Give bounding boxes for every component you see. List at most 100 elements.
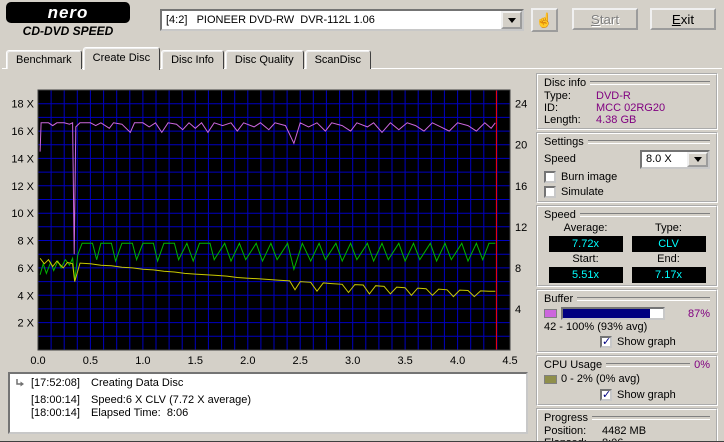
average-label: Average:: [563, 222, 608, 234]
product-name: CD-DVD SPEED: [22, 24, 114, 38]
drive-select[interactable]: [4:2] PIONEER DVD-RW DVR-112L 1.06: [160, 9, 524, 31]
group-title: Disc info: [544, 76, 587, 89]
divider: [606, 363, 691, 367]
tab-disc-info[interactable]: Disc Info: [161, 50, 224, 69]
svg-text:8 X: 8 X: [17, 236, 34, 248]
nero-logo: nero CD-DVD SPEED: [6, 2, 130, 38]
log-message: Speed:6 X CLV (7.72 X average): [91, 394, 252, 406]
position-label: Position:: [544, 425, 587, 437]
drive-select-arrow[interactable]: [501, 11, 522, 29]
log-line: [18:00:14] Speed:6 X CLV (7.72 X average…: [14, 394, 522, 407]
buffer-show-graph-checkbox[interactable]: [600, 335, 612, 348]
speed-type-display: CLV: [631, 236, 706, 252]
tab-disc-quality[interactable]: Disc Quality: [224, 50, 304, 69]
options-hand-button[interactable]: ☝: [531, 8, 558, 32]
type-label: Type:: [655, 222, 682, 234]
log-line: [17:52:08] Creating Data Disc: [14, 377, 522, 394]
disc-id-label: ID:: [544, 102, 559, 114]
svg-text:3.0: 3.0: [345, 355, 360, 367]
svg-text:0.0: 0.0: [30, 355, 45, 367]
nero-cd-dvd-speed-window: nero CD-DVD SPEED [4:2] PIONEER DVD-RW D…: [0, 0, 724, 442]
start-speed-display: 5.51x: [548, 267, 623, 283]
settings-group: Settings Speed 8.0 X Burn image Simulate: [536, 132, 718, 203]
speed-select-value[interactable]: 8.0 X: [642, 152, 687, 167]
log-timestamp: [17:52:08]: [31, 377, 80, 389]
tab-create-disc[interactable]: Create Disc: [82, 47, 161, 70]
current-action-icon: [14, 377, 31, 394]
brand-text: nero: [47, 2, 89, 22]
svg-text:4: 4: [515, 304, 521, 316]
elapsed-label: Elapsed:: [544, 437, 602, 441]
simulate-checkbox[interactable]: [544, 185, 556, 198]
end-label: End:: [657, 253, 680, 265]
svg-text:4 X: 4 X: [17, 290, 34, 302]
drive-select-value[interactable]: [4:2] PIONEER DVD-RW DVR-112L 1.06: [162, 11, 501, 29]
group-title: Settings: [544, 135, 584, 148]
buffer-show-graph-label: Show graph: [617, 335, 676, 348]
simulate-label: Simulate: [561, 185, 604, 198]
cpu-show-graph-checkbox[interactable]: [600, 388, 612, 401]
start-button[interactable]: Start: [572, 8, 638, 30]
log-timestamp: [18:00:14]: [31, 407, 80, 419]
cpu-show-graph-label: Show graph: [617, 388, 676, 401]
speed-chart-area: 2 X 4 X 6 X 8 X 10 X 12 X 14 X 16 X 18 X 4 8 12 16 20…: [8, 70, 530, 368]
speed-chart: 2 X 4 X 6 X 8 X 10 X 12 X 14 X 16 X 18 X 4 8 12 16 20…: [11, 89, 527, 367]
svg-text:2 X: 2 X: [17, 318, 34, 330]
disc-length-label: Length:: [544, 114, 581, 126]
chevron-down-icon: [693, 156, 702, 162]
group-title: Speed: [544, 208, 576, 221]
elapsed-value: 8:06: [602, 437, 710, 441]
svg-text:1.5: 1.5: [188, 355, 203, 367]
svg-text:16: 16: [515, 181, 527, 193]
svg-text:12 X: 12 X: [11, 181, 34, 193]
chevron-down-icon: [507, 17, 516, 23]
svg-text:0.5: 0.5: [83, 355, 98, 367]
position-value: 4482 MB: [602, 425, 647, 437]
log-icon-spacer: [14, 394, 31, 395]
burn-image-checkbox[interactable]: [544, 170, 556, 183]
disc-type-label: Type:: [544, 90, 571, 102]
svg-text:6 X: 6 X: [17, 263, 34, 275]
speed-select[interactable]: 8.0 X: [640, 149, 710, 169]
svg-text:18 X: 18 X: [11, 99, 34, 111]
divider: [590, 81, 710, 85]
tab-benchmark[interactable]: Benchmark: [6, 50, 82, 69]
log-message: Creating Data Disc: [91, 377, 184, 389]
nero-brand-badge: nero: [6, 2, 130, 23]
end-speed-display: 7.17x: [631, 267, 706, 283]
svg-text:4.5: 4.5: [502, 355, 517, 367]
cpu-percent: 0%: [694, 358, 710, 371]
buffer-percent: 87%: [687, 307, 710, 320]
disc-id-value: MCC 02RG20: [596, 102, 666, 114]
speed-select-arrow[interactable]: [687, 151, 708, 167]
burn-image-label: Burn image: [561, 170, 618, 183]
progress-group: Progress Position: 4482 MB Elapsed:8:06: [536, 408, 718, 441]
speed-select-label: Speed: [544, 153, 576, 165]
log-message: Elapsed Time: 8:06: [91, 407, 189, 419]
buffer-bar: [561, 307, 665, 320]
speed-group: Speed Average: Type: 7.72x CLV Start: En…: [536, 205, 718, 287]
svg-text:20: 20: [515, 140, 527, 152]
svg-text:2.0: 2.0: [240, 355, 255, 367]
divider: [579, 213, 710, 217]
buffer-group: Buffer 87% 42 - 100% (93% avg) Show grap…: [536, 289, 718, 353]
divider: [592, 416, 710, 420]
svg-text:14 X: 14 X: [11, 153, 34, 165]
svg-text:1.0: 1.0: [135, 355, 150, 367]
buffer-color-swatch: [544, 309, 557, 318]
status-log[interactable]: [17:52:08] Creating Data Disc [18:00:14]…: [8, 372, 528, 434]
group-title: CPU Usage: [544, 358, 603, 371]
buffer-bar-fill: [563, 309, 650, 318]
group-title: Progress: [544, 411, 589, 424]
exit-button[interactable]: Exit: [650, 8, 716, 30]
svg-text:10 X: 10 X: [11, 208, 34, 220]
svg-text:4.0: 4.0: [450, 355, 465, 367]
svg-text:24: 24: [515, 99, 527, 111]
svg-text:16 X: 16 X: [11, 126, 34, 138]
tab-scandisc[interactable]: ScanDisc: [304, 50, 372, 69]
right-panel: Disc info Type: DVD-R ID: MCC 02RG20 Lengt…: [536, 73, 718, 441]
buffer-range: 42 - 100% (93% avg): [544, 321, 648, 333]
svg-text:8: 8: [515, 263, 521, 275]
tab-bar: Benchmark Create Disc Disc Info Disc Qua…: [6, 47, 372, 70]
disc-type-value: DVD-R: [596, 90, 631, 102]
